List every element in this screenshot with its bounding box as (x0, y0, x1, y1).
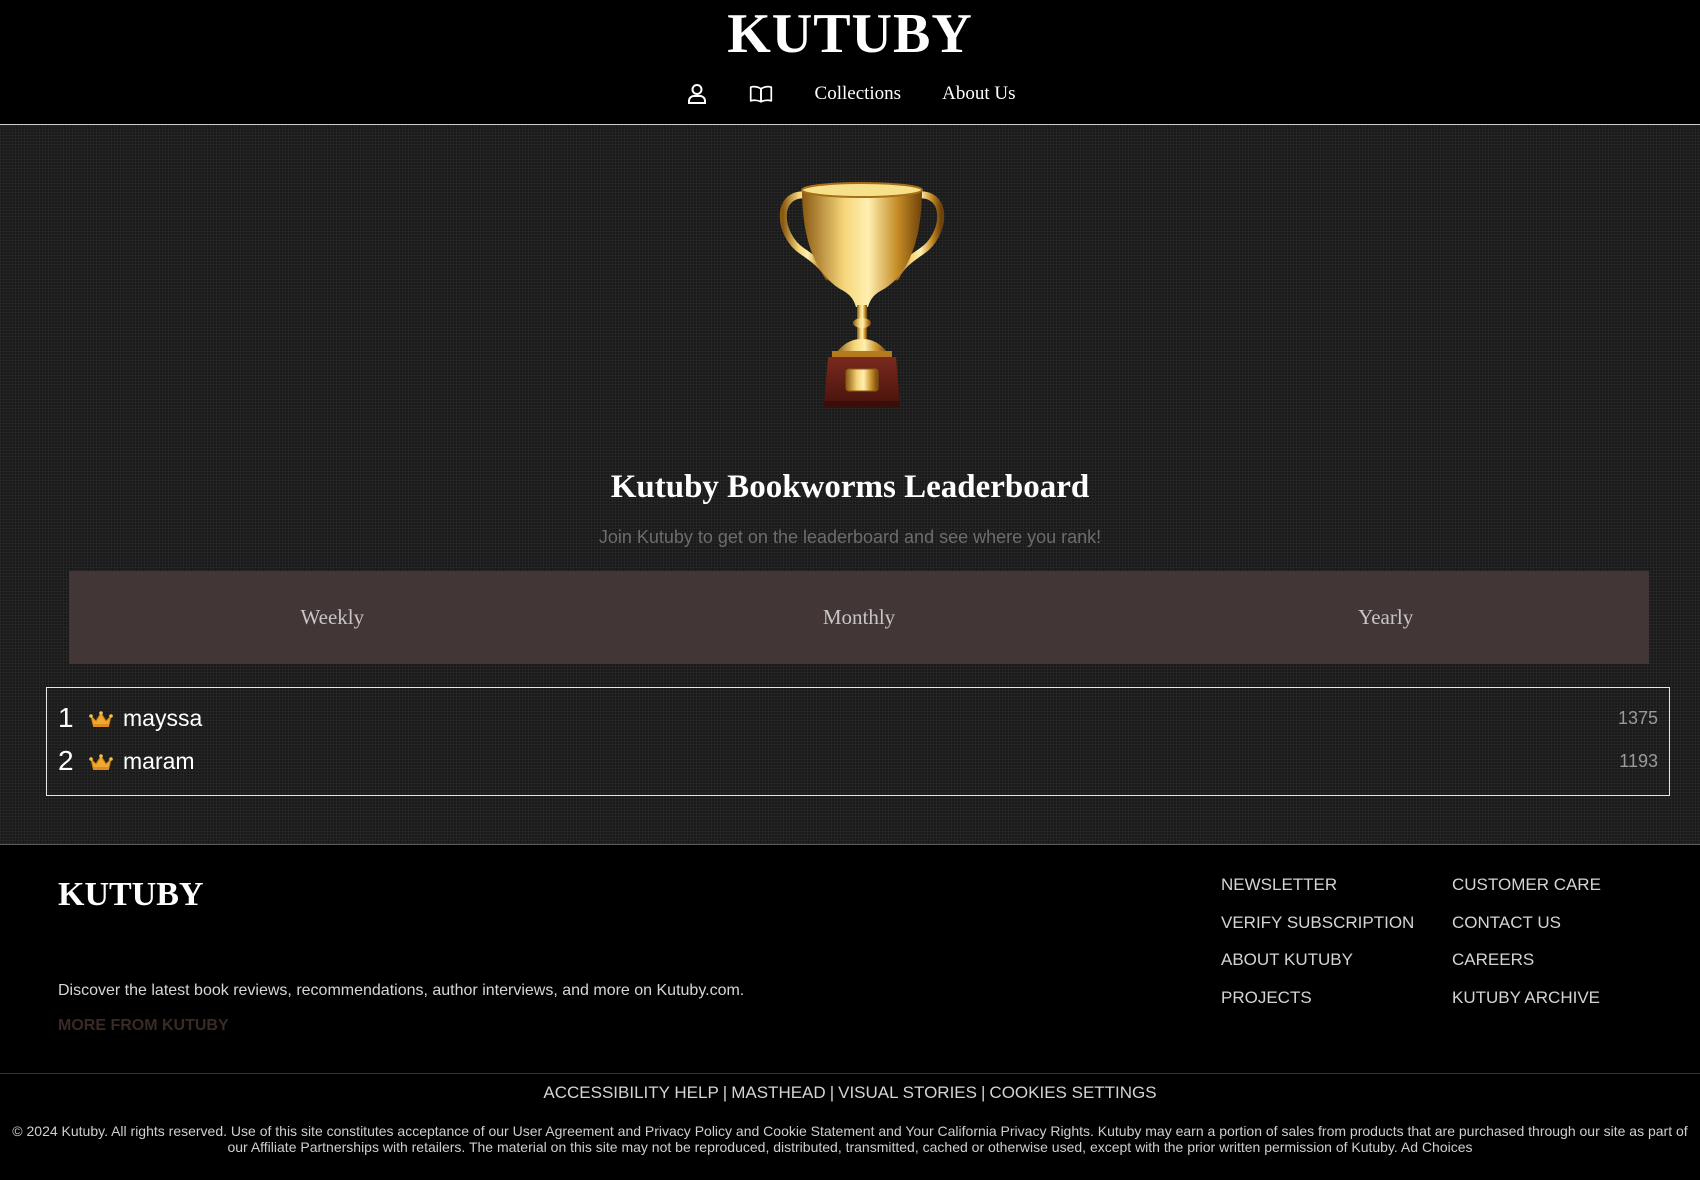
footer-link-projects[interactable]: PROJECTS (1221, 988, 1414, 1026)
rank-number: 2 (58, 745, 74, 776)
copyright-text: © 2024 Kutuby. All rights reserved. Use … (12, 1123, 1688, 1155)
more-from-kutuby-link[interactable]: MORE FROM KUTUBY (58, 1017, 229, 1035)
crown-icon (89, 710, 113, 728)
rank-number: 1 (58, 702, 74, 733)
site-header: KUTUBY Collections About Us (0, 0, 1700, 125)
user-name: maram (123, 747, 195, 774)
visual-stories-link[interactable]: VISUAL STORIES (838, 1083, 977, 1102)
book-icon[interactable] (749, 82, 773, 106)
footer-link-careers[interactable]: CAREERS (1452, 950, 1601, 988)
period-tabs: Weekly Monthly Yearly (69, 571, 1649, 664)
leaderboard-row[interactable]: 2 maram 1193 (47, 741, 1669, 781)
leaderboard-section: Kutuby Bookworms Leaderboard Join Kutuby… (0, 125, 1700, 845)
main-nav: Collections About Us (0, 82, 1700, 106)
user-icon[interactable] (685, 82, 709, 106)
cookies-settings-link[interactable]: COOKIES SETTINGS (989, 1083, 1156, 1102)
user-name: mayssa (123, 704, 203, 731)
trophy-icon (772, 177, 952, 409)
footer-link-newsletter[interactable]: NEWSLETTER (1221, 875, 1414, 913)
footer-link-customer-care[interactable]: CUSTOMER CARE (1452, 875, 1601, 913)
masthead-link[interactable]: MASTHEAD (731, 1083, 825, 1102)
tab-yearly[interactable]: Yearly (1122, 571, 1649, 664)
nav-about-us[interactable]: About Us (942, 83, 1015, 105)
footer-link-verify-subscription[interactable]: VERIFY SUBSCRIPTION (1221, 913, 1414, 951)
footer-bottom-links: ACCESSIBILITY HELP | MASTHEAD | VISUAL STORI… (543, 1083, 1157, 1102)
user-score: 1193 (1619, 750, 1658, 771)
leaderboard-subtitle: Join Kutuby to get on the leaderboard an… (598, 527, 1102, 547)
leaderboard-list: 1 mayssa 1375 2 maram 1193 (46, 687, 1670, 796)
accessibility-help-link[interactable]: ACCESSIBILITY HELP (543, 1083, 718, 1102)
nav-collections[interactable]: Collections (815, 83, 902, 105)
footer-logo[interactable]: KUTUBY (58, 876, 203, 914)
footer-link-kutuby-archive[interactable]: KUTUBY ARCHIVE (1452, 988, 1601, 1026)
footer-links-col-1: NEWSLETTER VERIFY SUBSCRIPTION ABOUT KUT… (1221, 875, 1414, 1025)
footer-description: Discover the latest book reviews, recomm… (58, 982, 745, 999)
footer-link-about-kutuby[interactable]: ABOUT KUTUBY (1221, 950, 1414, 988)
footer-links-col-2: CUSTOMER CARE CONTACT US CAREERS KUTUBY … (1452, 875, 1601, 1025)
footer-divider (0, 1073, 1700, 1074)
user-score: 1375 (1617, 707, 1658, 728)
site-footer: KUTUBY Discover the latest book reviews,… (0, 845, 1700, 1180)
tab-weekly[interactable]: Weekly (69, 571, 596, 664)
tab-monthly[interactable]: Monthly (596, 571, 1123, 664)
leaderboard-row[interactable]: 1 mayssa 1375 (47, 698, 1669, 738)
crown-icon (89, 753, 113, 771)
leaderboard-title: Kutuby Bookworms Leaderboard (610, 469, 1090, 505)
site-logo[interactable]: KUTUBY (0, 2, 1700, 66)
footer-link-contact-us[interactable]: CONTACT US (1452, 913, 1601, 951)
